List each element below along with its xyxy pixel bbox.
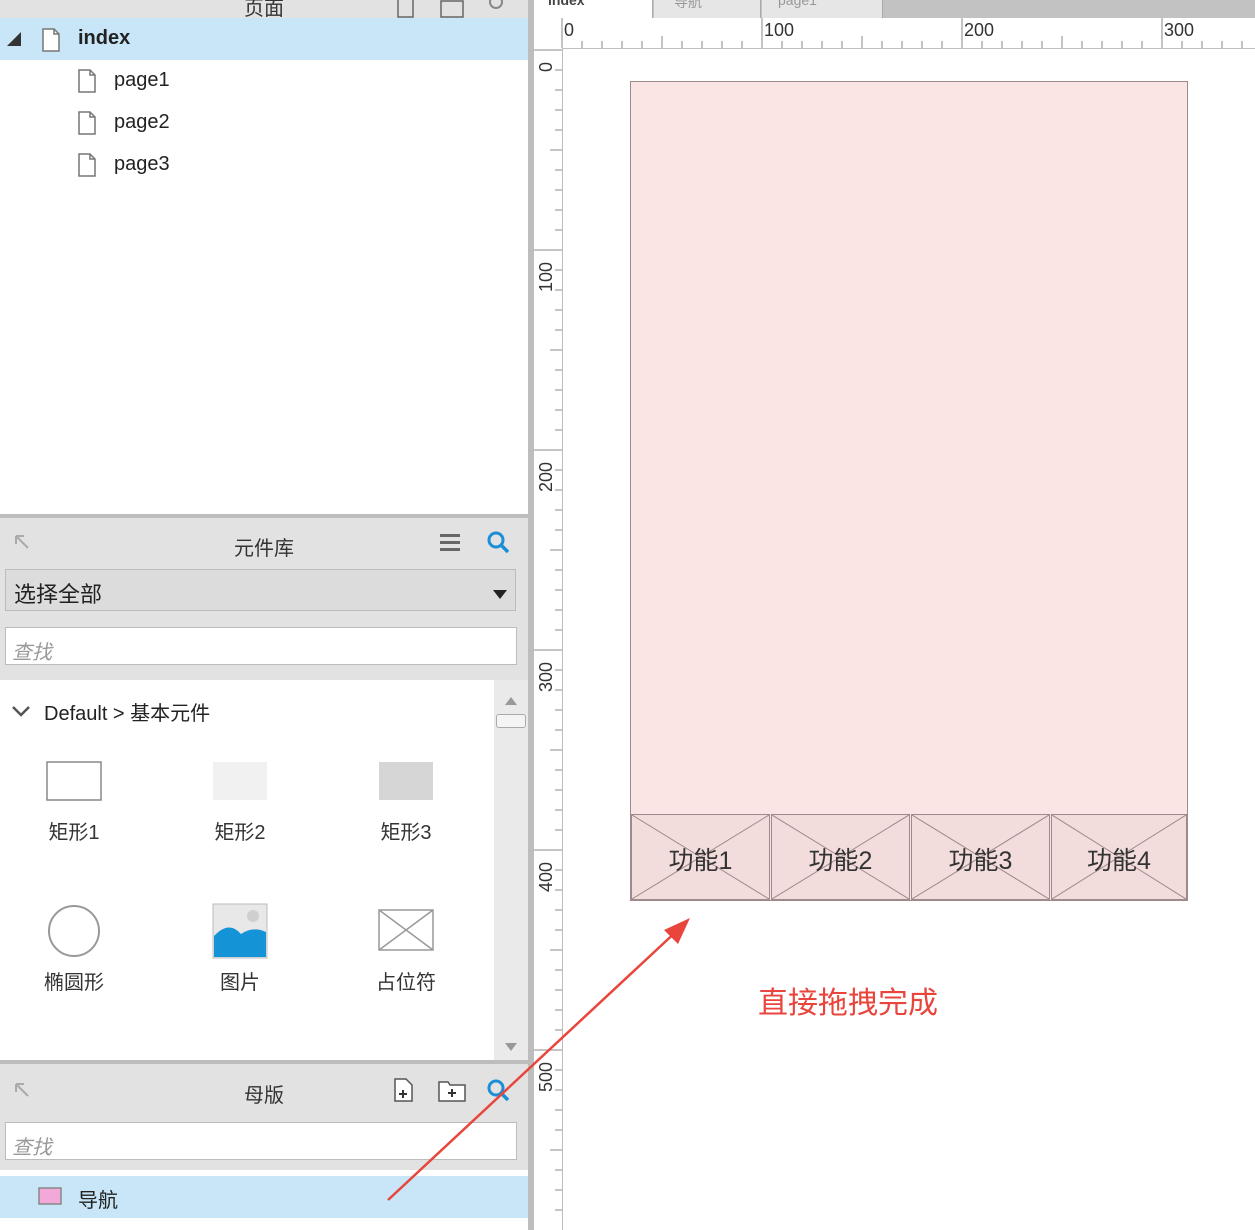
- nav-item-label: 功能1: [668, 847, 733, 875]
- ruler-label: 100: [764, 20, 795, 40]
- library-selector-value: 选择全部: [14, 582, 103, 607]
- add-master-icon[interactable]: [390, 1076, 418, 1104]
- library-selector[interactable]: 选择全部: [5, 569, 516, 611]
- widget-label: 矩形1: [48, 822, 100, 844]
- menu-icon[interactable]: [436, 528, 464, 556]
- annotation-text: 直接拖拽完成: [758, 987, 938, 1020]
- widget-label: 图片: [220, 972, 260, 994]
- library-group-header[interactable]: Default > 基本元件: [12, 697, 210, 726]
- horizontal-ruler-ticks: [561, 18, 1243, 48]
- nav-item-2[interactable]: 功能2: [771, 814, 910, 900]
- page-icon: [42, 28, 60, 52]
- ruler-label: 300: [536, 661, 556, 692]
- tab-nav[interactable]: 导航: [654, 0, 761, 18]
- tab-page1[interactable]: page1: [762, 0, 883, 18]
- master-item-label: 导航: [78, 1190, 118, 1212]
- chevron-down-icon: [12, 700, 30, 723]
- tab-label: index: [548, 0, 585, 8]
- nav-item-1[interactable]: 功能1: [631, 814, 770, 900]
- pages-panel-header: 页面: [0, 0, 528, 20]
- tab-label: 导航: [674, 0, 702, 10]
- widget-placeholder[interactable]: 占位符: [346, 902, 466, 995]
- scroll-down-arrow-icon[interactable]: [505, 1038, 517, 1056]
- page-tree-item-index[interactable]: index: [0, 18, 528, 60]
- widget-image[interactable]: 图片: [180, 902, 300, 995]
- search-icon[interactable]: [484, 528, 512, 556]
- scrollbar-thumb[interactable]: [496, 714, 526, 728]
- page-icon: [78, 153, 96, 183]
- horizontal-ruler: 0 100 200 300: [534, 18, 1255, 49]
- tab-bar: index 导航 page1: [534, 0, 1255, 18]
- widget-ellipse[interactable]: 椭圆形: [14, 902, 134, 995]
- library-search-input[interactable]: 查找: [5, 627, 517, 665]
- page-tree-label: page3: [114, 153, 170, 175]
- ruler-label: 0: [536, 61, 556, 72]
- search-icon[interactable]: [484, 1076, 512, 1104]
- page-tree-label: page1: [114, 69, 170, 91]
- page-tree-item-page3[interactable]: page3: [0, 144, 528, 186]
- masters-panel-header: 母版: [0, 1064, 528, 1114]
- widget-label: 椭圆形: [44, 972, 104, 994]
- left-sidebar: 页面 index page1 page2 page3 元件库 选择全部 查找 D…: [0, 0, 528, 1230]
- master-item-nav[interactable]: 导航: [0, 1176, 528, 1218]
- library-search-placeholder: 查找: [12, 642, 52, 664]
- ruler-label: 100: [536, 261, 556, 292]
- add-folder-icon[interactable]: [438, 1076, 466, 1104]
- page-tree-item-page1[interactable]: page1: [0, 60, 528, 102]
- masters-search-placeholder: 查找: [12, 1137, 52, 1159]
- tab-label: page1: [778, 0, 817, 8]
- library-panel-header: 元件库: [0, 518, 528, 568]
- ruler-label: 200: [536, 461, 556, 492]
- library-scrollbar[interactable]: [494, 680, 528, 1060]
- page-tree-label: page2: [114, 111, 170, 133]
- scroll-up-arrow-icon[interactable]: [505, 692, 517, 710]
- ruler-label: 500: [536, 1061, 556, 1092]
- widget-rectangle-3[interactable]: 矩形3: [346, 760, 466, 845]
- collapse-triangle-icon[interactable]: [6, 30, 22, 53]
- tab-index[interactable]: index: [534, 0, 653, 18]
- widget-label: 占位符: [376, 972, 436, 994]
- mobile-mockup[interactable]: 功能1 功能2 功能3 功能4: [630, 81, 1188, 901]
- masters-search-input[interactable]: 查找: [5, 1122, 517, 1160]
- placeholder-icon: [378, 909, 434, 951]
- master-icon: [38, 1187, 62, 1211]
- widget-label: 矩形2: [214, 822, 266, 844]
- page-tree-label: index: [78, 27, 131, 49]
- page-icon: [78, 69, 96, 99]
- nav-item-label: 功能4: [1087, 847, 1151, 875]
- nav-item-4[interactable]: 功能4: [1051, 814, 1187, 900]
- nav-item-label: 功能3: [948, 847, 1013, 875]
- ruler-label: 200: [964, 20, 995, 40]
- rectangle-light-icon: [213, 762, 267, 800]
- widget-label: 矩形3: [380, 822, 432, 844]
- ruler-label: 300: [1164, 20, 1195, 40]
- library-group-label: Default > 基本元件: [44, 703, 211, 725]
- ruler-label: 400: [536, 861, 556, 892]
- nav-item-3[interactable]: 功能3: [911, 814, 1050, 900]
- rectangle-gray-icon: [379, 762, 433, 800]
- page-icon: [78, 111, 96, 141]
- widget-rectangle-1[interactable]: 矩形1: [14, 760, 134, 845]
- nav-item-label: 功能2: [808, 847, 873, 875]
- page-tree-item-page2[interactable]: page2: [0, 102, 528, 144]
- ellipse-icon: [48, 905, 100, 957]
- dropdown-arrow-icon: [493, 587, 507, 605]
- rectangle-outline-icon: [46, 761, 102, 801]
- vertical-ruler: 0 100 200 300 400 500: [534, 48, 563, 1230]
- vertical-ruler-ticks: [534, 49, 562, 1211]
- widget-rectangle-2[interactable]: 矩形2: [180, 760, 300, 845]
- image-icon: [212, 903, 268, 959]
- ruler-label: 0: [564, 20, 575, 40]
